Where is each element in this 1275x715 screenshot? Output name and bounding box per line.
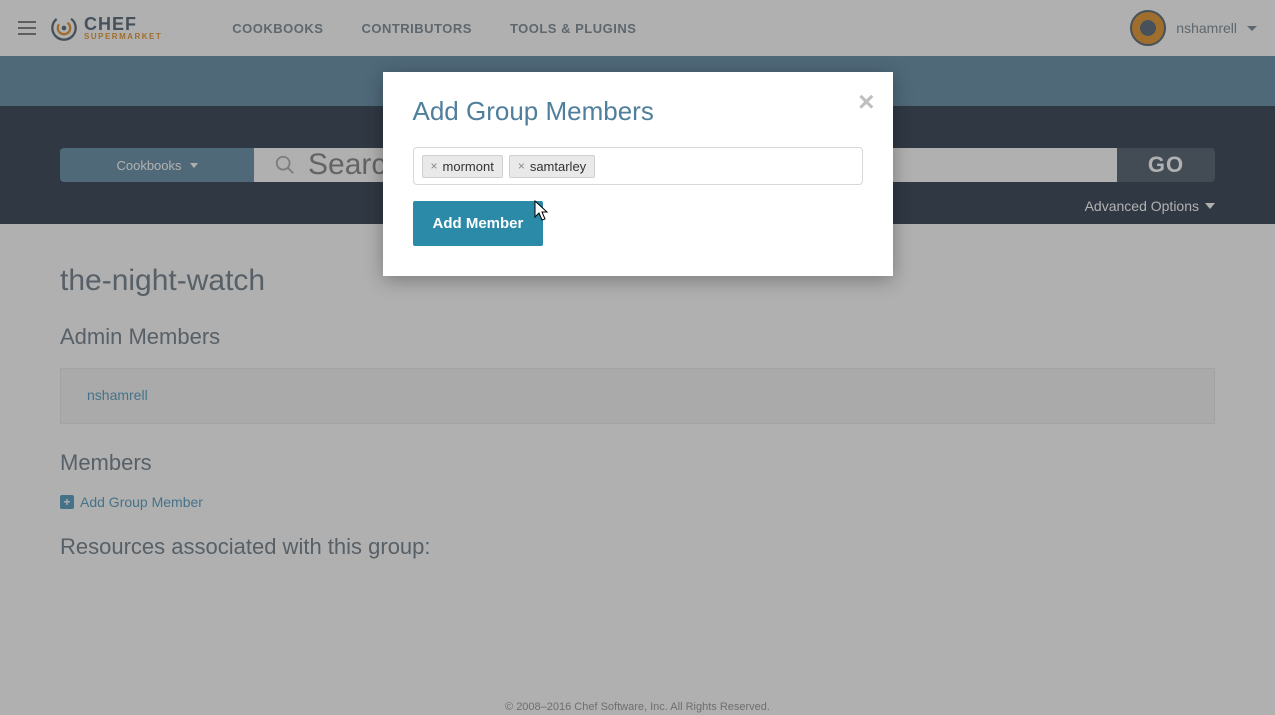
tag-label: mormont xyxy=(443,159,494,174)
member-tag: × samtarley xyxy=(509,155,595,178)
add-member-button[interactable]: Add Member xyxy=(413,201,544,246)
modal-title: Add Group Members xyxy=(413,96,863,127)
tag-label: samtarley xyxy=(530,159,586,174)
remove-tag-icon[interactable]: × xyxy=(431,159,438,173)
add-group-members-modal: × Add Group Members × mormont × samtarle… xyxy=(383,72,893,276)
close-icon[interactable]: × xyxy=(858,86,874,118)
members-tag-input[interactable]: × mormont × samtarley xyxy=(413,147,863,185)
remove-tag-icon[interactable]: × xyxy=(518,159,525,173)
member-tag: × mormont xyxy=(422,155,503,178)
